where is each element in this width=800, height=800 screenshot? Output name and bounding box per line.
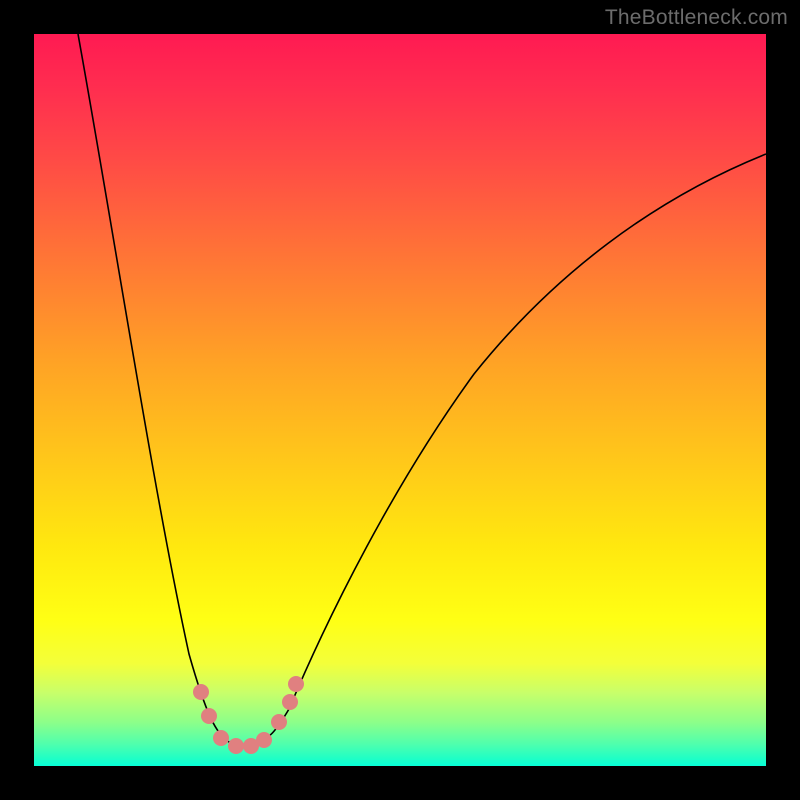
plot-area bbox=[34, 34, 766, 766]
curve-layer bbox=[34, 34, 766, 766]
curve-marker bbox=[282, 694, 298, 710]
chart-frame: TheBottleneck.com bbox=[0, 0, 800, 800]
curve-marker bbox=[201, 708, 217, 724]
curve-marker bbox=[256, 732, 272, 748]
curve-marker bbox=[228, 738, 244, 754]
curve-marker bbox=[193, 684, 209, 700]
watermark-text: TheBottleneck.com bbox=[605, 6, 788, 30]
curve-marker bbox=[213, 730, 229, 746]
curve-marker bbox=[271, 714, 287, 730]
bottleneck-curve bbox=[78, 34, 766, 746]
curve-markers bbox=[193, 676, 304, 754]
curve-marker bbox=[288, 676, 304, 692]
